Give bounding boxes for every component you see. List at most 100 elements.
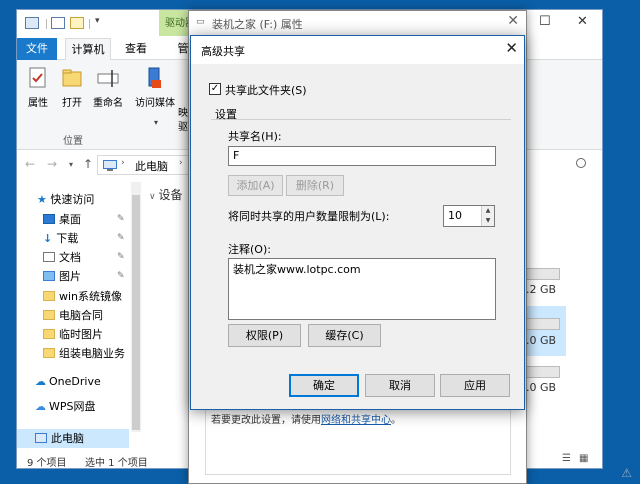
remove-button[interactable]: 删除(R) <box>286 175 344 196</box>
properties-button[interactable]: 属性 <box>21 66 55 109</box>
stepper-up-icon[interactable]: ▲ <box>482 206 494 216</box>
nav-item-label: 图片 <box>59 270 81 283</box>
nav-folder-temp-pictures[interactable]: 临时图片 <box>43 325 103 344</box>
access-media-button[interactable]: 访问媒体 <box>135 66 175 109</box>
advanced-sharing-dialog: 高级共享 ✕ ✓ 共享此文件夹(S) 设置 共享名(H): F 添加(A) 删除… <box>190 35 525 410</box>
star-icon: ★ <box>37 193 47 206</box>
up-arrow-icon[interactable]: ↑ <box>83 157 93 171</box>
caching-button[interactable]: 缓存(C) <box>308 324 381 347</box>
new-folder-icon[interactable] <box>70 17 84 29</box>
nav-wps-drive[interactable]: ☁ WPS网盘 <box>35 397 96 416</box>
nav-item-label: 快速访问 <box>50 193 95 206</box>
details-view-icon[interactable]: ☰ <box>562 453 571 464</box>
dropdown-arrow-icon[interactable]: ▾ <box>154 118 158 127</box>
share-folder-checkbox[interactable]: ✓ <box>209 83 221 95</box>
rename-icon <box>97 70 119 87</box>
drive-size: .0 GB <box>526 381 557 394</box>
pin-icon[interactable]: ✎ <box>117 210 125 229</box>
folder-icon <box>43 329 55 339</box>
open-label: 打开 <box>62 98 82 109</box>
tab-computer[interactable]: 计算机 <box>65 38 111 61</box>
properties-icon <box>29 67 46 88</box>
drive-label-partial: 驱 <box>178 122 188 133</box>
ok-button[interactable]: 确定 <box>289 374 359 397</box>
nav-quick-access[interactable]: ★ 快速访问 <box>37 190 94 209</box>
pin-icon[interactable]: ✎ <box>117 229 125 248</box>
address-text: 此电脑 <box>135 160 168 173</box>
map-drive-label-partial: 映 <box>178 108 188 119</box>
nav-documents[interactable]: 文档 ✎ <box>43 248 133 267</box>
change-settings-text: 若要更改此设置，请使用网络和共享中心。 <box>211 411 401 426</box>
settings-group-label: 设置 <box>215 108 237 121</box>
share-folder-label[interactable]: 共享此文件夹(S) <box>225 82 307 98</box>
item-count: 9 个项目 <box>27 458 67 469</box>
close-icon[interactable]: ✕ <box>577 14 588 29</box>
pin-icon[interactable]: ✎ <box>117 267 125 286</box>
toolbar-divider <box>46 19 47 29</box>
desktop-icon <box>43 214 55 224</box>
properties-check-icon[interactable] <box>51 17 65 29</box>
nav-item-label: 组装电脑业务 <box>59 347 125 360</box>
nav-pictures[interactable]: 图片 ✎ <box>43 267 133 286</box>
nav-folder-pc-business[interactable]: 组装电脑业务 <box>43 344 125 363</box>
nav-item-label: WPS网盘 <box>49 400 96 413</box>
user-limit-label: 将同时共享的用户数量限制为(L): <box>228 210 390 223</box>
folder-icon <box>43 291 55 301</box>
permissions-button[interactable]: 权限(P) <box>228 324 301 347</box>
nav-folder-win-image[interactable]: win系统镜像 <box>43 287 122 306</box>
add-button[interactable]: 添加(A) <box>228 175 283 196</box>
nav-desktop[interactable]: 桌面 ✎ <box>43 210 133 229</box>
picture-icon <box>43 271 55 281</box>
share-name-field[interactable]: F <box>228 146 496 166</box>
computer-icon <box>103 160 117 171</box>
maximize-icon[interactable]: ☐ <box>539 14 551 29</box>
customize-dropdown-icon[interactable]: ▾ <box>95 16 100 26</box>
stepper-down-icon[interactable]: ▼ <box>482 216 494 226</box>
rename-label: 重命名 <box>93 98 123 109</box>
breadcrumb-chevron-icon: › <box>121 158 125 168</box>
forward-arrow-icon[interactable]: → <box>47 157 57 171</box>
drive-usage-bar <box>526 318 560 330</box>
tab-file[interactable]: 文件 <box>17 38 57 60</box>
rename-button[interactable]: 重命名 <box>91 66 125 109</box>
change-settings-prefix: 若要更改此设置，请使用 <box>211 415 321 426</box>
nav-scrollbar-thumb[interactable] <box>132 195 140 430</box>
pin-icon[interactable]: ✎ <box>117 248 125 267</box>
devices-section-header[interactable]: ∨ 设备 <box>149 186 182 203</box>
nav-item-label: 电脑合同 <box>59 309 103 322</box>
recent-chevron-icon[interactable]: ▾ <box>69 160 73 169</box>
back-arrow-icon[interactable]: ← <box>25 157 35 171</box>
open-folder-icon <box>62 69 82 87</box>
nav-item-label: 文档 <box>59 251 81 264</box>
open-button[interactable]: 打开 <box>55 66 89 109</box>
selected-count: 选中 1 个项目 <box>85 458 148 469</box>
media-server-icon <box>148 67 161 88</box>
toolbar-divider <box>89 19 90 29</box>
devices-section-label: 设备 <box>158 188 183 202</box>
tiles-view-icon[interactable]: ▦ <box>579 453 588 464</box>
properties-title: 装机之家 (F:) 属性 <box>212 18 303 31</box>
tab-view[interactable]: 查看 <box>117 38 155 60</box>
nav-this-pc[interactable]: 此电脑 <box>17 429 129 448</box>
network-sharing-center-link[interactable]: 网络和共享中心 <box>321 415 391 426</box>
comment-textarea[interactable]: 装机之家www.lotpc.com <box>228 258 496 320</box>
folder-icon <box>43 310 55 320</box>
document-icon <box>43 252 55 262</box>
stepper-buttons[interactable]: ▲ ▼ <box>481 206 494 226</box>
navigation-pane: ★ 快速访问 桌面 ✎ ↓ 下载 ✎ 文档 ✎ 图片 ✎ win系统镜像 电脑合同… <box>17 182 145 450</box>
cancel-button[interactable]: 取消 <box>365 374 435 397</box>
close-icon[interactable]: ✕ <box>505 39 518 57</box>
drive-icon: ▭ <box>196 17 205 27</box>
comment-label: 注释(O): <box>228 243 271 256</box>
search-icon[interactable] <box>576 158 586 168</box>
nav-onedrive[interactable]: ☁ OneDrive <box>35 372 101 391</box>
close-icon[interactable]: ✕ <box>507 13 519 29</box>
folder-icon <box>43 348 55 358</box>
nav-downloads[interactable]: ↓ 下载 ✎ <box>43 229 133 248</box>
nav-item-label: 桌面 <box>59 213 81 226</box>
nav-item-label: 临时图片 <box>59 328 103 341</box>
nav-folder-contracts[interactable]: 电脑合同 <box>43 306 103 325</box>
apply-button[interactable]: 应用 <box>440 374 510 397</box>
selected-drive-tile[interactable] <box>526 306 566 356</box>
cloud-icon: ☁ <box>35 400 46 413</box>
